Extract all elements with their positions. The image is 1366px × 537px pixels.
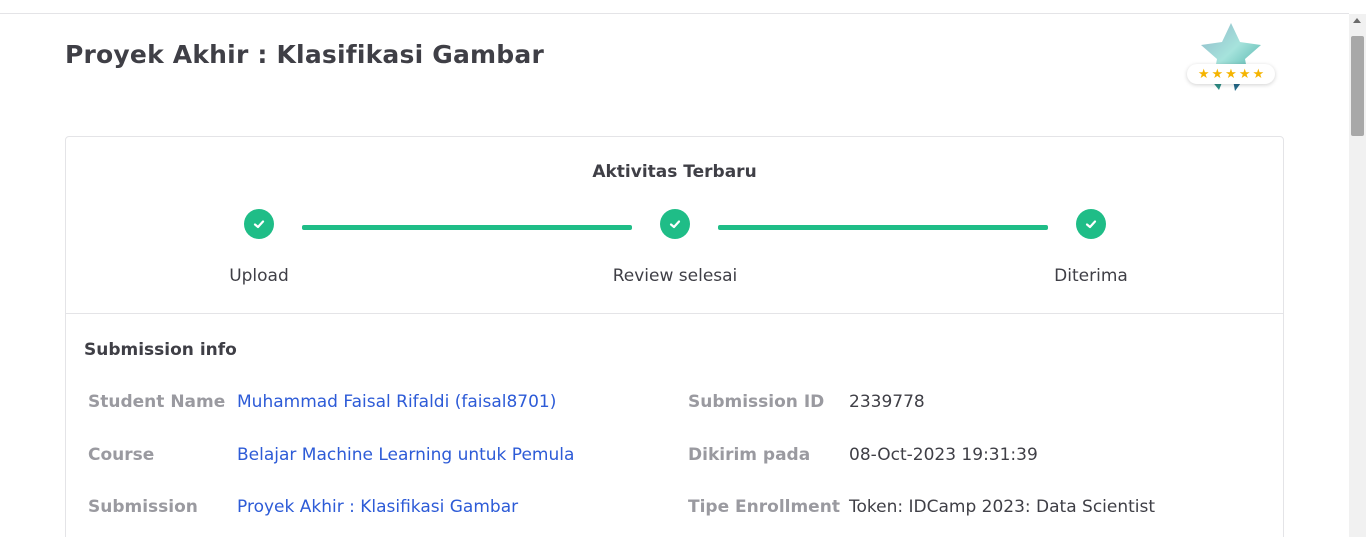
step-label-upload: Upload [229,266,289,286]
course-link[interactable]: Belajar Machine Learning untuk Pemula [237,445,574,465]
star-icon: ★ [1211,66,1224,82]
step-connector [302,225,632,230]
star-badge-icon: ★ ★ ★ ★ ★ [1183,20,1279,96]
vertical-scrollbar[interactable] [1349,14,1366,537]
star-icon: ★ [1197,66,1210,82]
section-divider [66,313,1283,314]
submission-id-label: Submission ID [688,392,825,412]
badge-rating-bar: ★ ★ ★ ★ ★ [1187,64,1275,84]
submitted-at-value: 08-Oct-2023 19:31:39 [849,445,1038,465]
step-connector [718,225,1048,230]
star-badge-graphic [1201,23,1261,91]
submission-label: Submission [88,497,198,517]
submission-card: Aktivitas Terbaru Upload Review selesai … [65,136,1284,537]
step-upload-check-icon [244,209,274,239]
submitted-at-label: Dikirim pada [688,445,811,465]
activity-title: Aktivitas Terbaru [592,162,757,182]
page-title: Proyek Akhir : Klasifikasi Gambar [65,40,544,69]
enrollment-type-value: Token: IDCamp 2023: Data Scientist [849,497,1156,517]
step-review-check-icon [660,209,690,239]
course-label: Course [88,445,155,465]
student-name-label: Student Name [88,392,226,412]
star-icon: ★ [1238,66,1251,82]
student-name-link[interactable]: Muhammad Faisal Rifaldi (faisal8701) [237,392,556,412]
top-divider [0,13,1349,14]
step-accepted-check-icon [1076,209,1106,239]
submission-link[interactable]: Proyek Akhir : Klasifikasi Gambar [237,497,518,517]
star-icon: ★ [1252,66,1265,82]
star-icon: ★ [1225,66,1237,82]
submission-info-title: Submission info [84,340,237,360]
scrollbar-thumb[interactable] [1351,36,1364,136]
step-label-accepted: Diterima [1054,266,1128,286]
submission-id-value: 2339778 [849,392,925,412]
scroll-up-arrow-icon[interactable] [1353,18,1361,23]
step-label-review: Review selesai [612,266,738,286]
enrollment-type-label: Tipe Enrollment [688,497,840,517]
